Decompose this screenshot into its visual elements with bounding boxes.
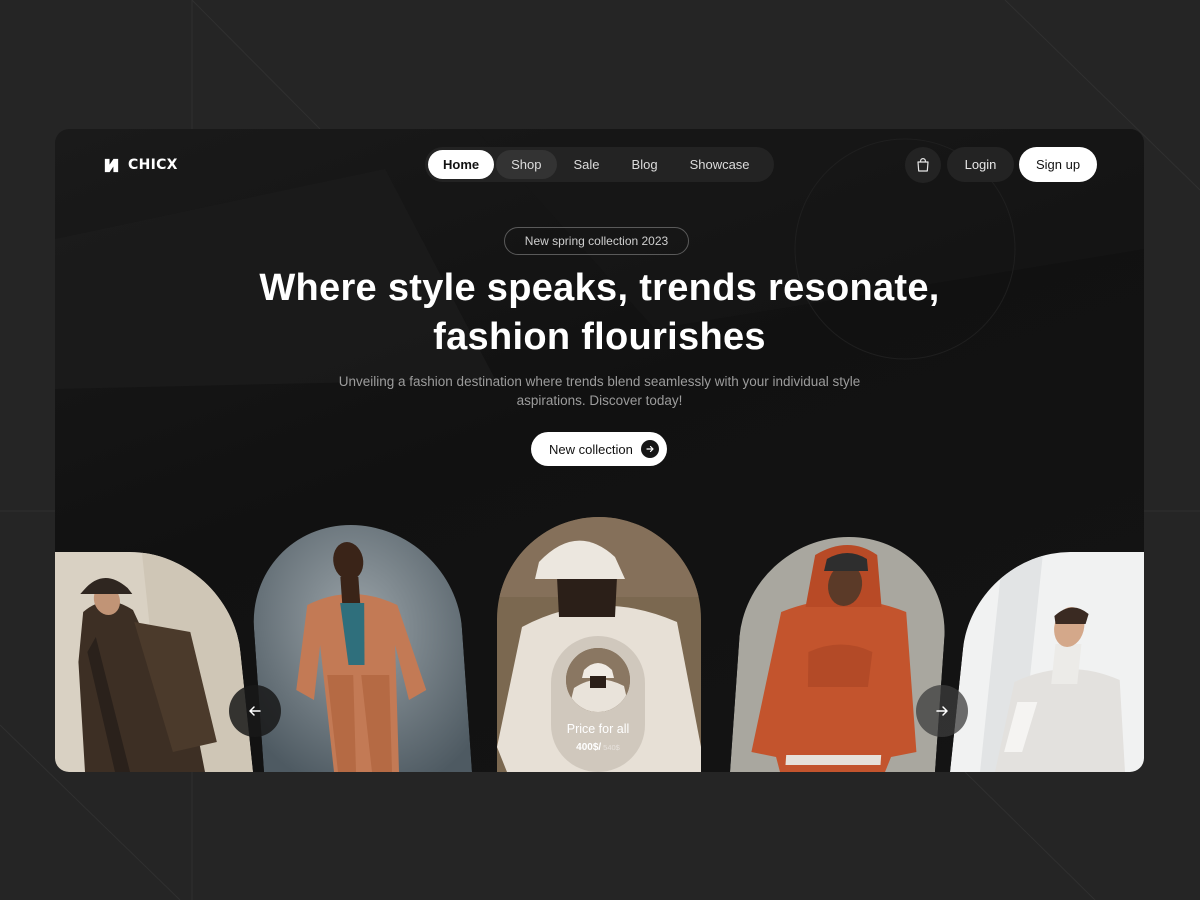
price-card-label: Price for all xyxy=(566,722,630,736)
current-price: 400$/ xyxy=(576,742,602,753)
product-image-card-1[interactable] xyxy=(55,552,253,772)
carousel-next-button[interactable] xyxy=(916,685,968,737)
price-card-values: 400$/540$ xyxy=(551,742,645,753)
shopping-bag-icon xyxy=(917,158,929,172)
new-collection-button[interactable]: New collection xyxy=(531,432,667,466)
signup-button[interactable]: Sign up xyxy=(1019,147,1097,182)
nav-item-sale[interactable]: Sale xyxy=(559,150,615,179)
nav-item-shop[interactable]: Shop xyxy=(496,150,557,179)
new-collection-label: New collection xyxy=(549,441,633,457)
arrow-right-icon xyxy=(641,440,659,458)
login-button[interactable]: Login xyxy=(947,147,1014,182)
price-card-thumbnail xyxy=(566,648,630,712)
cart-button[interactable] xyxy=(905,147,941,183)
main-nav: Home Shop Sale Blog Showcase xyxy=(425,147,774,182)
product-image-card-5[interactable] xyxy=(950,552,1144,772)
model-photo-orange-suit xyxy=(246,525,472,772)
nav-item-blog[interactable]: Blog xyxy=(617,150,673,179)
hero-headline: Where style speaks, trends resonate, fas… xyxy=(175,264,1024,362)
brand-logo[interactable]: CHICX xyxy=(102,155,178,175)
arrow-left-icon xyxy=(249,706,261,716)
product-image-card-2[interactable] xyxy=(246,525,472,772)
carousel-prev-button[interactable] xyxy=(229,685,281,737)
nav-item-showcase[interactable]: Showcase xyxy=(675,150,765,179)
product-image-card-4[interactable] xyxy=(730,537,952,772)
hero-frame: CHICX Home Shop Sale Blog Showcase Login… xyxy=(55,129,1144,772)
old-price: 540$ xyxy=(603,743,620,752)
model-photo-white-knit xyxy=(950,552,1144,772)
model-photo-orange-hoodie xyxy=(730,537,952,772)
nav-item-home[interactable]: Home xyxy=(428,150,495,179)
brand-name: CHICX xyxy=(128,157,178,173)
collection-badge: New spring collection 2023 xyxy=(504,227,689,255)
hero-subtitle: Unveiling a fashion destination where tr… xyxy=(338,374,861,408)
hero-headline-line-1: Where style speaks, trends resonate, xyxy=(259,267,940,309)
arrow-right-icon xyxy=(936,706,948,716)
price-card[interactable]: Price for all 400$/540$ xyxy=(551,636,645,772)
model-photo-brown-coat xyxy=(55,552,253,772)
hero-headline-line-2: fashion flourishes xyxy=(433,316,766,358)
chicx-logo-icon xyxy=(104,158,119,172)
